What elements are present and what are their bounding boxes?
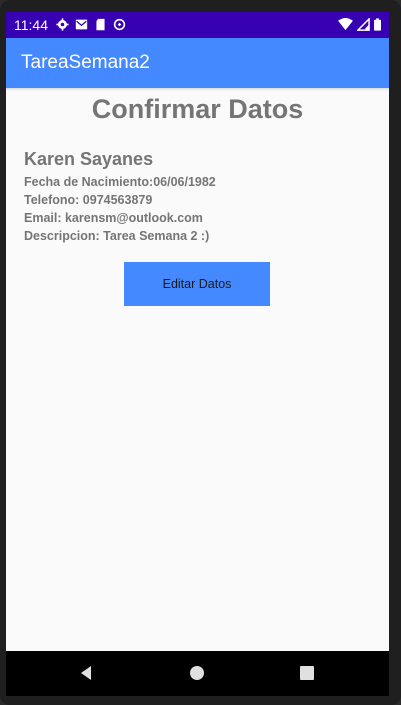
gear-icon — [56, 18, 69, 31]
status-icons-right — [338, 18, 381, 31]
status-icons-left — [56, 18, 126, 31]
data-saver-icon — [113, 18, 126, 31]
navigation-bar — [6, 651, 389, 696]
contact-name: Karen Sayanes — [24, 149, 154, 169]
page-title: Confirmar Datos — [91, 94, 304, 124]
wifi-icon — [338, 18, 353, 31]
mail-icon — [75, 19, 88, 30]
device-frame: 11:44 TareaSemana2 Confirmar Datos Karen… — [0, 0, 401, 705]
recents-icon[interactable] — [298, 664, 316, 682]
status-bar: 11:44 — [6, 12, 389, 38]
home-icon[interactable] — [188, 664, 206, 682]
birth-date-text: Fecha de Nacimiento:06/06/1982 — [24, 175, 216, 189]
app-bar-shadow — [6, 88, 389, 91]
edit-data-button[interactable]: Editar Datos — [124, 262, 270, 306]
sd-card-icon — [96, 18, 105, 31]
battery-icon — [374, 18, 381, 31]
phone-text: Telefono: 0974563879 — [24, 193, 153, 207]
app-title: TareaSemana2 — [21, 52, 150, 73]
screen: 11:44 TareaSemana2 Confirmar Datos Karen… — [6, 12, 389, 696]
app-bar: TareaSemana2 — [6, 38, 389, 88]
back-icon[interactable] — [77, 664, 95, 682]
signal-icon — [357, 18, 370, 31]
description-text: Descripcion: Tarea Semana 2 :) — [24, 229, 210, 243]
email-text: Email: karensm@outlook.com — [24, 211, 203, 225]
status-time: 11:44 — [14, 17, 48, 33]
